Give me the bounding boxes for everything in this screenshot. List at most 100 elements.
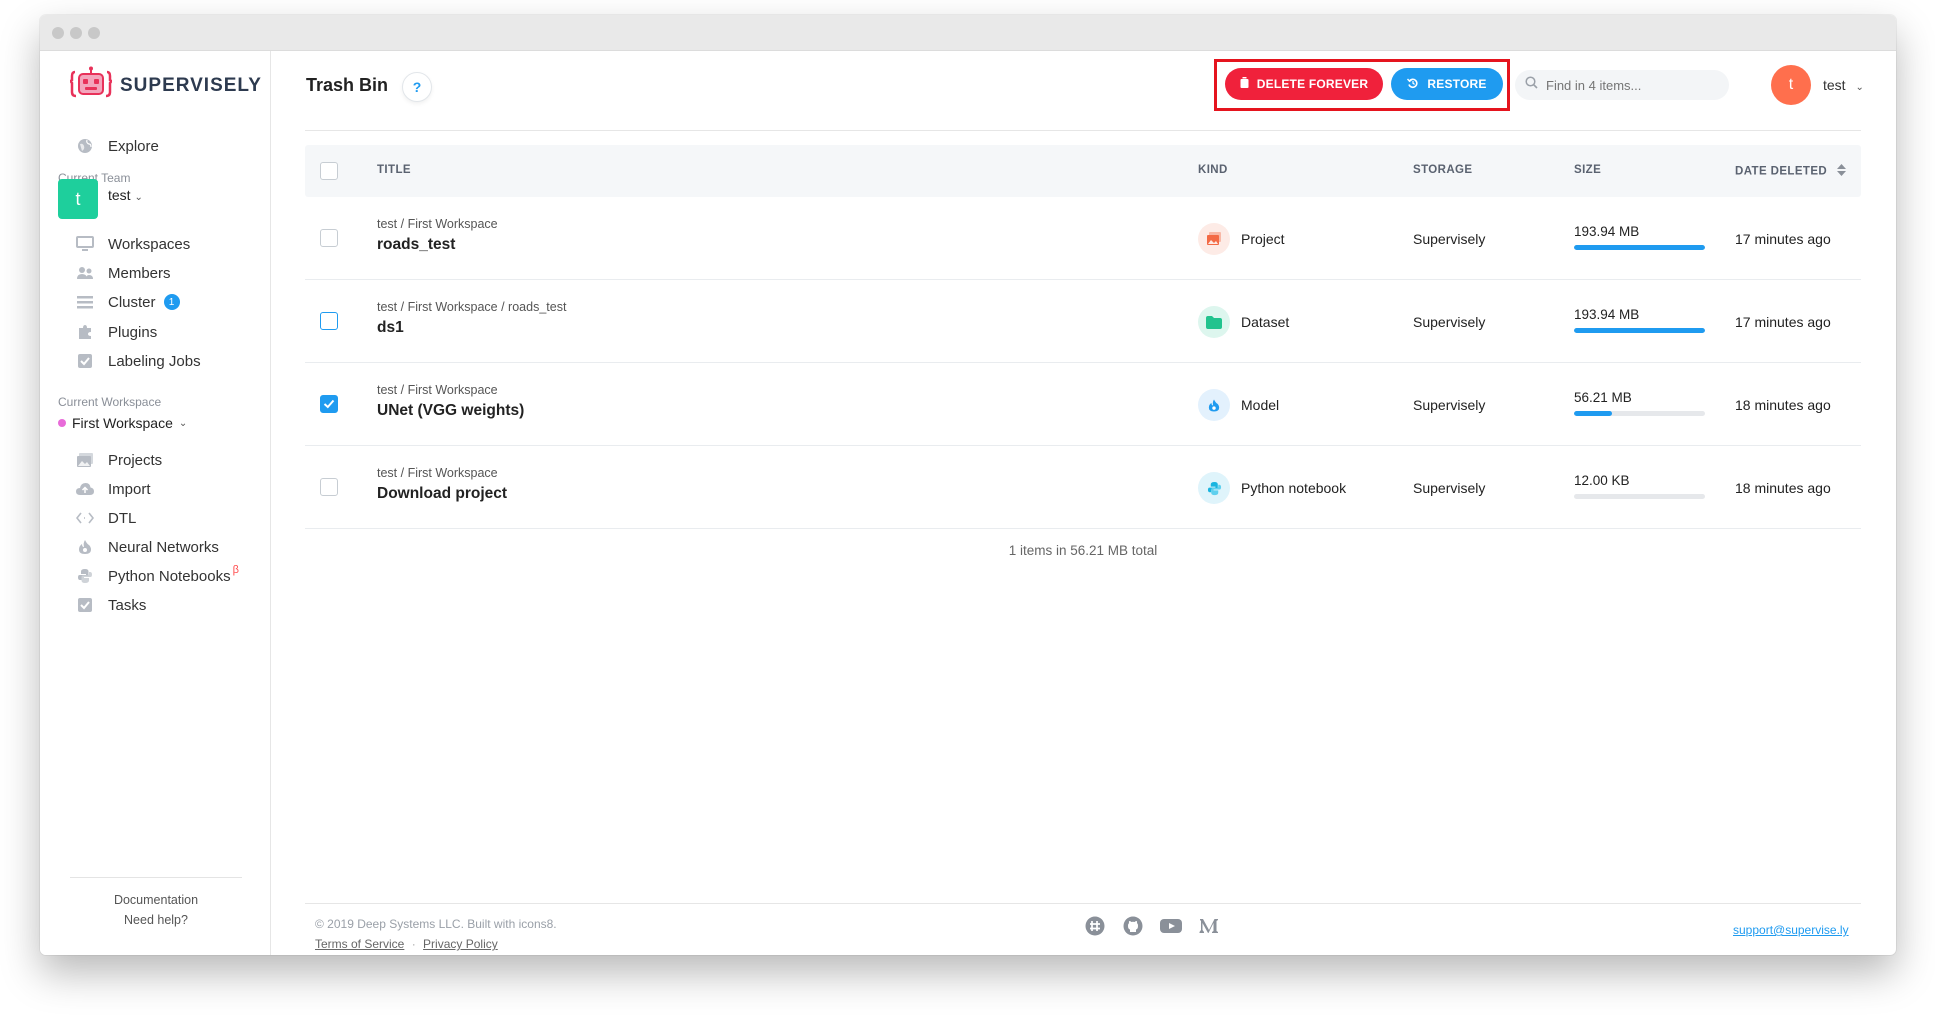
column-header-storage[interactable]: STORAGE: [1413, 164, 1472, 176]
column-header-kind[interactable]: KIND: [1198, 164, 1228, 176]
sidebar-item-cluster[interactable]: Cluster 1: [76, 293, 180, 311]
row-date: 17 minutes ago: [1735, 231, 1831, 247]
row-storage: Supervisely: [1413, 231, 1486, 247]
row-storage: Supervisely: [1413, 480, 1486, 496]
social-links: [1084, 915, 1220, 937]
row-title[interactable]: Download project: [377, 485, 507, 503]
need-help-link[interactable]: Need help?: [70, 910, 242, 930]
row-title[interactable]: ds1: [377, 319, 404, 337]
sort-icon[interactable]: [1836, 164, 1846, 179]
table-row[interactable]: test / First Workspace Download project …: [305, 446, 1861, 529]
table-header: TITLE KIND STORAGE SIZE DATE DELETED: [305, 145, 1861, 197]
sidebar-item-python-notebooks[interactable]: Python Notebooks β: [76, 563, 239, 585]
privacy-link[interactable]: Privacy Policy: [423, 937, 498, 951]
row-checkbox[interactable]: [320, 478, 338, 496]
user-name: test: [1823, 77, 1846, 93]
sidebar-item-label: Members: [108, 264, 171, 282]
row-storage: Supervisely: [1413, 397, 1486, 413]
cloud-upload-icon: [76, 480, 94, 498]
sidebar-item-projects[interactable]: Projects: [76, 451, 162, 469]
python-icon: [76, 567, 94, 585]
row-path: test / First Workspace: [377, 383, 498, 397]
sidebar-item-label: Workspaces: [108, 235, 191, 253]
list-icon: [76, 293, 94, 311]
window-close-dot[interactable]: [52, 27, 64, 39]
browser-window: SUPERVISELY Explore Current Team t test …: [40, 15, 1896, 955]
row-date: 18 minutes ago: [1735, 480, 1831, 496]
sidebar-item-plugins[interactable]: Plugins: [76, 323, 157, 341]
row-kind: Project: [1241, 231, 1285, 247]
page-title: Trash Bin: [306, 75, 389, 95]
row-title[interactable]: UNet (VGG weights): [377, 402, 524, 420]
row-storage: Supervisely: [1413, 314, 1486, 330]
checkbox-icon: [76, 352, 94, 370]
workspace-selector[interactable]: First Workspace ⌄: [58, 415, 187, 431]
delete-forever-label: DELETE FOREVER: [1256, 77, 1369, 91]
column-header-title[interactable]: TITLE: [377, 164, 411, 176]
sidebar-item-tasks[interactable]: Tasks: [76, 596, 146, 614]
team-avatar[interactable]: t: [58, 179, 98, 219]
row-kind: Dataset: [1241, 314, 1290, 330]
globe-icon: [76, 137, 94, 155]
current-workspace-label: Current Workspace: [58, 395, 162, 409]
sidebar-footer: Documentation Need help?: [70, 877, 242, 930]
search-input[interactable]: [1546, 77, 1716, 93]
sidebar-item-dtl[interactable]: DTL: [76, 509, 136, 527]
row-checkbox[interactable]: [320, 229, 338, 247]
select-all-checkbox[interactable]: [320, 162, 338, 180]
table-row[interactable]: test / First Workspace UNet (VGG weights…: [305, 363, 1861, 446]
window-minimize-dot[interactable]: [70, 27, 82, 39]
logo-text: SUPERVISELY: [120, 75, 262, 96]
medium-icon[interactable]: [1198, 915, 1220, 937]
puzzle-icon: [76, 323, 94, 341]
sidebar-item-label: Import: [108, 480, 151, 498]
beta-badge: β: [232, 563, 239, 576]
project-icon: [1198, 223, 1230, 255]
row-size: 56.21 MB: [1574, 390, 1632, 405]
documentation-link[interactable]: Documentation: [70, 890, 242, 910]
delete-forever-button[interactable]: DELETE FOREVER: [1225, 68, 1383, 100]
restore-button[interactable]: RESTORE: [1391, 68, 1503, 100]
youtube-icon[interactable]: [1160, 915, 1182, 937]
row-checkbox[interactable]: [320, 312, 338, 330]
support-email-link[interactable]: support@supervise.ly: [1733, 923, 1849, 937]
sidebar-item-workspaces[interactable]: Workspaces: [76, 235, 190, 253]
sidebar-item-import[interactable]: Import: [76, 480, 151, 498]
trash-icon: [1240, 77, 1249, 91]
column-header-date-deleted[interactable]: DATE DELETED: [1735, 164, 1846, 179]
checkbox-icon: [76, 596, 94, 614]
sidebar-item-neural-networks[interactable]: Neural Networks: [76, 538, 219, 556]
sidebar-item-label: Projects: [108, 451, 163, 469]
window-maximize-dot[interactable]: [88, 27, 100, 39]
copyright-text: © 2019 Deep Systems LLC. Built with icon…: [315, 917, 557, 931]
selection-summary: 1 items in 56.21 MB total: [1008, 543, 1158, 558]
flame-icon: [1198, 389, 1230, 421]
size-bar: [1574, 494, 1705, 499]
github-icon[interactable]: [1122, 915, 1144, 937]
size-bar-fill: [1574, 245, 1705, 250]
search-box[interactable]: [1515, 70, 1729, 100]
terms-link[interactable]: Terms of Service: [315, 937, 404, 951]
workspace-color-dot: [58, 419, 66, 427]
sidebar-item-labeling-jobs[interactable]: Labeling Jobs: [76, 352, 201, 370]
sidebar-item-label: DTL: [108, 509, 137, 527]
sidebar-item-members[interactable]: Members: [76, 264, 171, 282]
folder-icon: [1198, 306, 1230, 338]
logo[interactable]: SUPERVISELY: [69, 66, 262, 105]
restore-label: RESTORE: [1427, 77, 1487, 91]
column-header-size[interactable]: SIZE: [1574, 164, 1601, 176]
row-checkbox[interactable]: [320, 395, 338, 413]
sidebar-item-explore[interactable]: Explore: [76, 137, 159, 155]
help-button[interactable]: ?: [402, 72, 432, 102]
table-row[interactable]: test / First Workspace / roads_test ds1 …: [305, 280, 1861, 363]
size-bar-fill: [1574, 411, 1612, 416]
row-size: 193.94 MB: [1574, 307, 1640, 322]
sidebar-item-label: Labeling Jobs: [108, 352, 201, 370]
user-avatar[interactable]: t: [1771, 65, 1811, 105]
users-icon: [76, 264, 94, 282]
user-menu[interactable]: test ⌄: [1823, 77, 1864, 93]
slack-icon[interactable]: [1084, 915, 1106, 937]
team-selector[interactable]: test ⌄: [108, 187, 143, 203]
table-row[interactable]: test / First Workspace roads_test Projec…: [305, 197, 1861, 280]
row-title[interactable]: roads_test: [377, 236, 455, 254]
